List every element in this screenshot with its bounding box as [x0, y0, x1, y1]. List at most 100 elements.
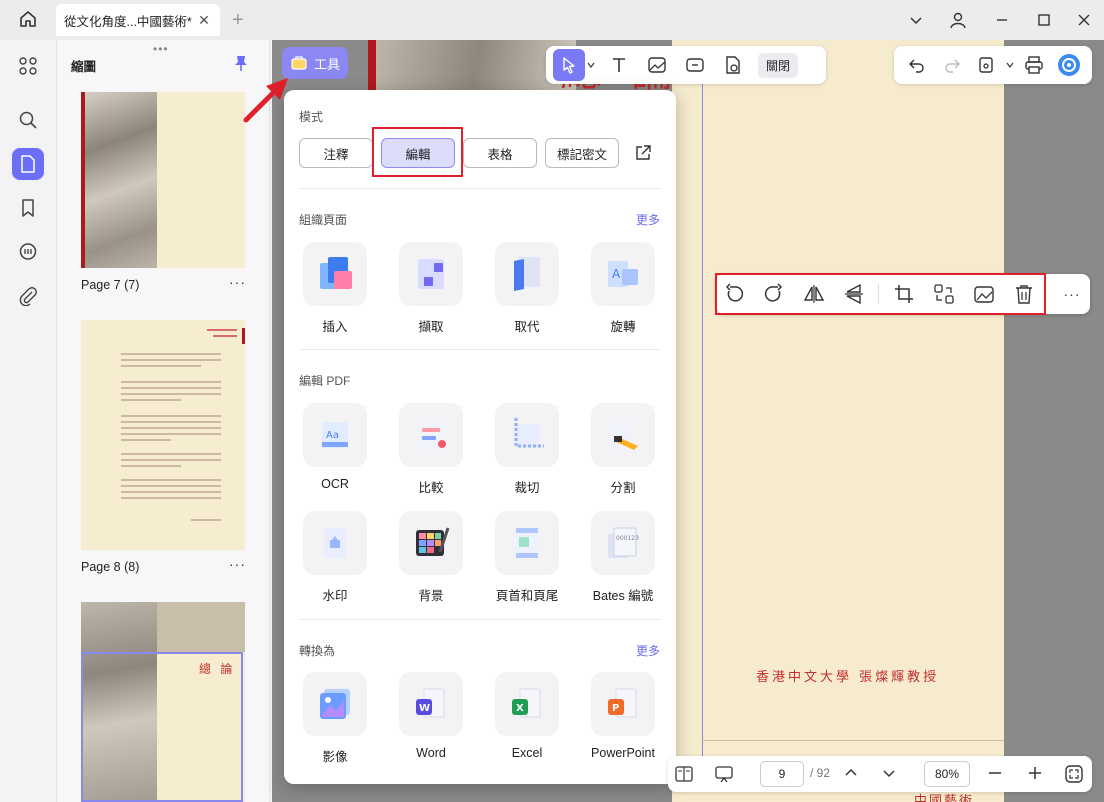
tool-convert-word[interactable]: W Word — [395, 672, 467, 760]
tool-label: 擷取 — [418, 320, 444, 334]
tool-label: 插入 — [322, 320, 348, 334]
svg-text:X: X — [516, 703, 524, 714]
watermark-tool-button[interactable] — [717, 49, 749, 81]
tools-button-label: 工具 — [313, 56, 340, 72]
mode-redact-button[interactable]: 標記密文 — [545, 138, 619, 168]
chevron-down-icon[interactable] — [1005, 58, 1015, 73]
right-toolbar — [894, 46, 1092, 84]
page-total: / 92 — [810, 766, 831, 780]
tool-rotate[interactable]: A 旋轉 — [587, 242, 659, 335]
next-page-icon[interactable] — [882, 766, 896, 783]
tool-label: 影像 — [322, 750, 348, 764]
tool-insert[interactable]: 插入 — [299, 242, 371, 335]
page-rule — [702, 740, 1004, 741]
fit-page-icon[interactable] — [1064, 764, 1084, 787]
thumbnail-more-icon[interactable]: ··· — [229, 274, 246, 290]
mode-form-button[interactable]: 表格 — [463, 138, 537, 168]
convert-more-link[interactable]: 更多 — [636, 642, 660, 659]
page-navigation-bar: 9 / 92 80% — [668, 756, 1092, 792]
tool-label: Excel — [511, 746, 543, 760]
svg-text:P: P — [612, 703, 619, 714]
tool-label: 分割 — [610, 481, 636, 495]
thumbnail-panel-title: 縮圖 — [71, 60, 97, 74]
thumbnail-more-icon[interactable]: ··· — [229, 556, 246, 572]
close-window-icon[interactable] — [1064, 0, 1104, 40]
tool-crop[interactable]: 裁切 — [491, 403, 563, 496]
link-tool-button[interactable] — [679, 49, 711, 81]
svg-text:W: W — [419, 703, 430, 714]
select-tool-button[interactable] — [553, 49, 585, 81]
document-page — [672, 40, 1004, 802]
tool-convert-excel[interactable]: X Excel — [491, 672, 563, 760]
tool-extract[interactable]: 擷取 — [395, 242, 467, 335]
tool-replace[interactable]: 取代 — [491, 242, 563, 335]
search-icon[interactable] — [12, 104, 44, 136]
maximize-icon[interactable] — [1024, 0, 1064, 40]
close-edit-button[interactable]: 關閉 — [758, 52, 799, 78]
zoom-level-input[interactable]: 80% — [924, 761, 970, 787]
apps-icon[interactable] — [12, 50, 44, 82]
tool-label: Word — [416, 746, 446, 760]
save-icon[interactable] — [972, 49, 1000, 81]
svg-text:Aa: Aa — [326, 430, 339, 441]
minimize-icon[interactable] — [982, 0, 1022, 40]
thumbnails-icon[interactable] — [12, 148, 44, 180]
tool-compare[interactable]: 比較 — [395, 403, 467, 496]
tool-convert-image[interactable]: 影像 — [299, 672, 371, 765]
chevron-down-icon[interactable] — [586, 58, 596, 73]
tool-ocr[interactable]: Aa OCR — [299, 403, 371, 491]
open-external-icon[interactable] — [634, 144, 652, 165]
two-page-view-icon[interactable] — [674, 764, 694, 787]
tab-title: 從文化角度...中國藝術* — [64, 14, 192, 29]
image-toolbar-highlight — [715, 273, 1046, 315]
comment-icon[interactable] — [12, 236, 44, 268]
svg-text:A: A — [612, 267, 621, 281]
page-number-input[interactable]: 9 — [760, 761, 804, 787]
redo-icon[interactable] — [937, 49, 965, 81]
zoom-in-icon[interactable] — [1028, 766, 1042, 783]
divider — [299, 619, 661, 620]
thumbnail-page-9[interactable]: 總 論 — [81, 602, 245, 802]
drag-handle-icon[interactable]: ••• — [153, 42, 169, 56]
pin-icon[interactable] — [233, 54, 249, 75]
replace-icon — [495, 242, 559, 306]
previous-page-icon[interactable] — [844, 766, 858, 783]
thumbnail-page-7[interactable] — [81, 92, 245, 268]
account-icon[interactable] — [938, 0, 978, 40]
image-tool-button[interactable] — [641, 49, 673, 81]
attachment-icon[interactable] — [12, 280, 44, 312]
print-icon[interactable] — [1020, 49, 1048, 81]
tool-convert-powerpoint[interactable]: P PowerPoint — [587, 672, 659, 760]
chevron-down-icon[interactable] — [896, 0, 936, 40]
tool-split[interactable]: 分割 — [587, 403, 659, 496]
zoom-out-icon[interactable] — [988, 766, 1002, 783]
undo-icon[interactable] — [903, 49, 931, 81]
more-options-icon[interactable]: ··· — [1060, 282, 1084, 306]
presentation-icon[interactable] — [714, 764, 734, 787]
new-tab-icon[interactable]: + — [232, 9, 244, 32]
text-tool-button[interactable] — [603, 49, 635, 81]
powerpoint-file-icon: P — [591, 672, 655, 736]
mode-annotate-button[interactable]: 注釋 — [299, 138, 373, 168]
toolbox-icon — [290, 54, 308, 73]
document-tab[interactable]: 從文化角度...中國藝術* ✕ — [56, 4, 220, 36]
tab-close-icon[interactable]: ✕ — [196, 12, 212, 29]
tool-header-footer[interactable]: 頁首和頁尾 — [491, 511, 563, 604]
tool-label: 旋轉 — [610, 320, 636, 334]
ai-assistant-icon[interactable] — [1055, 49, 1083, 81]
tool-label: 比較 — [418, 481, 444, 495]
thumbnail-label: Page 8 (8) — [81, 560, 140, 574]
edit-mode-highlight — [372, 127, 463, 177]
tool-bates-numbering[interactable]: 000123 Bates 編號 — [587, 511, 659, 604]
tool-label: Bates 編號 — [592, 589, 654, 603]
rotate-icon: A — [591, 242, 655, 306]
home-button[interactable] — [0, 0, 56, 40]
bookmark-icon[interactable] — [12, 192, 44, 224]
image-file-icon — [303, 672, 367, 736]
organize-more-link[interactable]: 更多 — [636, 211, 660, 228]
tool-watermark[interactable]: 水印 — [299, 511, 371, 604]
thumbnail-page-8[interactable] — [81, 320, 245, 550]
split-icon — [591, 403, 655, 467]
tool-background[interactable]: 背景 — [395, 511, 467, 604]
extract-icon — [399, 242, 463, 306]
